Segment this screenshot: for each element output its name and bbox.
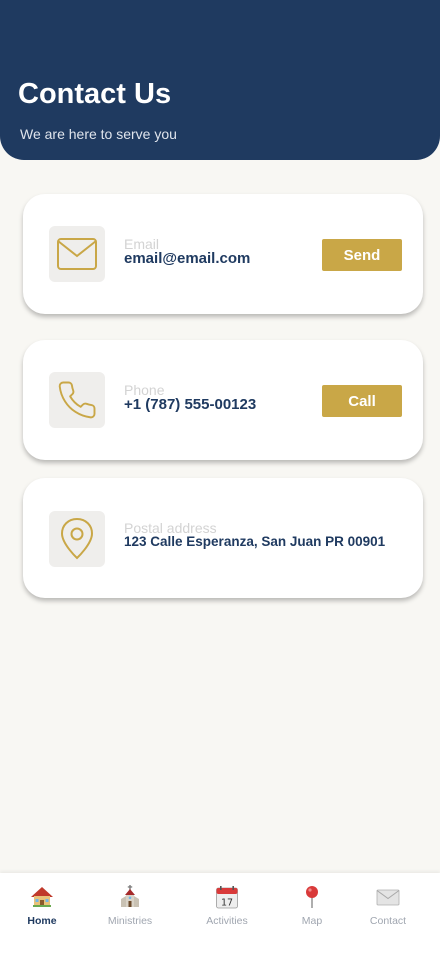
phone-icon [49, 372, 105, 428]
send-button[interactable]: Send [322, 239, 402, 271]
mail-icon [49, 226, 105, 282]
house-icon [30, 883, 54, 911]
calendar-day: 17 [221, 898, 233, 909]
call-button[interactable]: Call [322, 385, 402, 417]
calendar-icon: 17 [215, 883, 239, 911]
tab-home-label: Home [27, 915, 57, 927]
tab-map[interactable]: Map [272, 873, 352, 956]
location-pin-icon [49, 511, 105, 567]
bottom-tab-bar: Home Ministries 17 Activities Map Contac… [0, 873, 440, 956]
tab-ministries[interactable]: Ministries [90, 873, 170, 956]
tab-activities-label: Activities [206, 915, 248, 927]
page-title: Contact Us [18, 78, 172, 110]
header: Contact Us We are here to serve you [0, 0, 440, 160]
church-icon [118, 883, 142, 911]
envelope-icon [376, 883, 400, 911]
page-subtitle: We are here to serve you [20, 126, 177, 142]
tab-activities[interactable]: 17 Activities [187, 873, 267, 956]
phone-value[interactable]: +1 (787) 555-00123 [124, 396, 256, 413]
tab-contact[interactable]: Contact [348, 873, 428, 956]
address-card: Postal address 123 Calle Esperanza, San … [23, 478, 423, 598]
email-card: Email email@email.com Send [23, 194, 423, 314]
phone-card: Phone +1 (787) 555-00123 Call [23, 340, 423, 460]
tab-home[interactable]: Home [2, 873, 82, 956]
tab-ministries-label: Ministries [107, 915, 153, 927]
map-pin-icon [300, 883, 324, 911]
tab-map-label: Map [301, 915, 323, 927]
address-value[interactable]: 123 Calle Esperanza, San Juan PR 00901 [124, 534, 385, 549]
tab-contact-label: Contact [369, 915, 407, 927]
email-value[interactable]: email@email.com [124, 250, 250, 267]
